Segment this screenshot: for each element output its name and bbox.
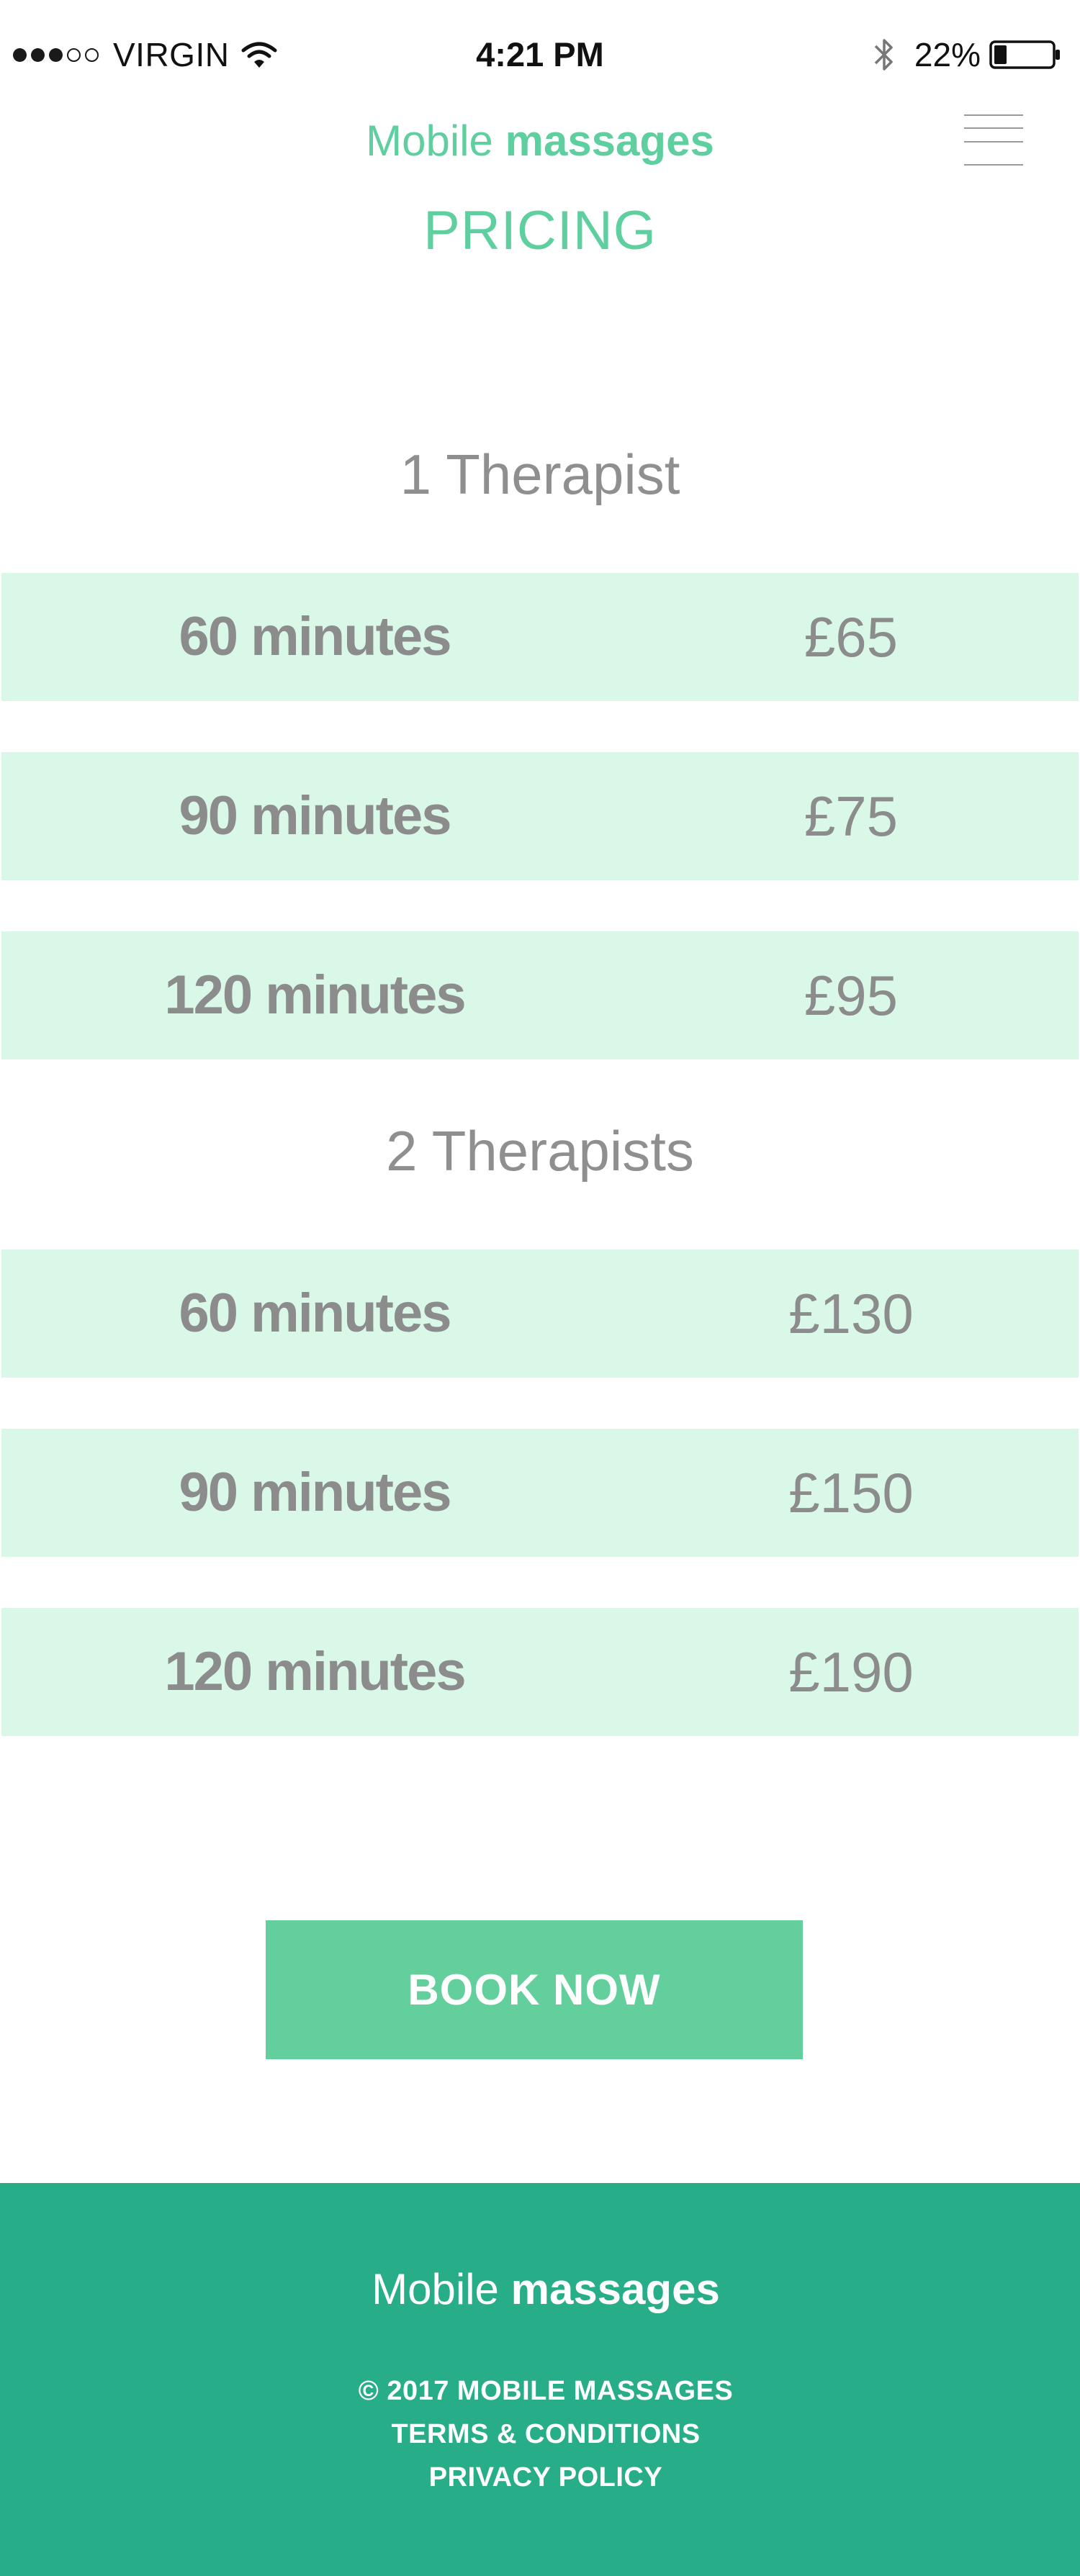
status-bar: VIRGIN 4:21 PM 22% [0, 0, 1080, 94]
price-amount: £75 [804, 785, 899, 848]
menu-line [964, 114, 1023, 116]
status-right: 22% [871, 32, 1061, 78]
price-amount: £130 [788, 1282, 914, 1345]
privacy-link[interactable]: PRIVACY POLICY [0, 2459, 1080, 2495]
page: VIRGIN 4:21 PM 22% Mobile massages PRICI… [0, 0, 1080, 2576]
hamburger-menu-icon[interactable] [961, 112, 1026, 169]
footer-copyright: © 2017 MOBILE MASSAGES [358, 2376, 734, 2406]
price-duration: 90 minutes [179, 1462, 451, 1523]
price-duration: 120 minutes [164, 1641, 466, 1702]
menu-line [964, 164, 1023, 166]
price-row: 120 minutes £190 [1, 1608, 1079, 1736]
footer-brand-logo[interactable]: Mobile massages [0, 2262, 1080, 2317]
price-amount: £65 [804, 605, 899, 669]
battery-icon [989, 40, 1060, 69]
terms-link[interactable]: TERMS & CONDITIONS [0, 2416, 1080, 2452]
footer: Mobile massages © 2017 MOBILE MASSAGES T… [0, 2183, 1080, 2576]
price-row: 90 minutes £150 [1, 1429, 1079, 1557]
price-amount: £95 [804, 964, 899, 1027]
pricing-group-heading: 1 Therapist [400, 443, 680, 506]
price-duration: 60 minutes [179, 606, 451, 667]
menu-line [964, 127, 1023, 129]
page-title: PRICING [423, 200, 657, 261]
footer-brand-light-text: Mobile [372, 2265, 511, 2313]
brand-logo[interactable]: Mobile massages [0, 114, 1080, 168]
book-now-button[interactable]: BOOK NOW [266, 1920, 803, 2059]
price-amount: £150 [788, 1461, 914, 1524]
brand-bold-text: massages [505, 117, 714, 165]
brand-light-text: Mobile [366, 117, 505, 165]
price-row: 90 minutes £75 [1, 752, 1079, 880]
pricing-group-heading: 2 Therapists [386, 1119, 694, 1183]
footer-brand-bold-text: massages [510, 2265, 720, 2313]
price-duration: 90 minutes [179, 785, 451, 846]
price-amount: £190 [788, 1640, 914, 1704]
price-row: 60 minutes £65 [1, 573, 1079, 701]
menu-line [964, 141, 1023, 143]
price-duration: 120 minutes [164, 964, 466, 1026]
price-duration: 60 minutes [179, 1283, 451, 1344]
price-row: 60 minutes £130 [1, 1249, 1079, 1378]
price-row: 120 minutes £95 [1, 931, 1079, 1059]
bluetooth-icon [874, 39, 893, 71]
battery-percent: 22% [914, 36, 981, 73]
